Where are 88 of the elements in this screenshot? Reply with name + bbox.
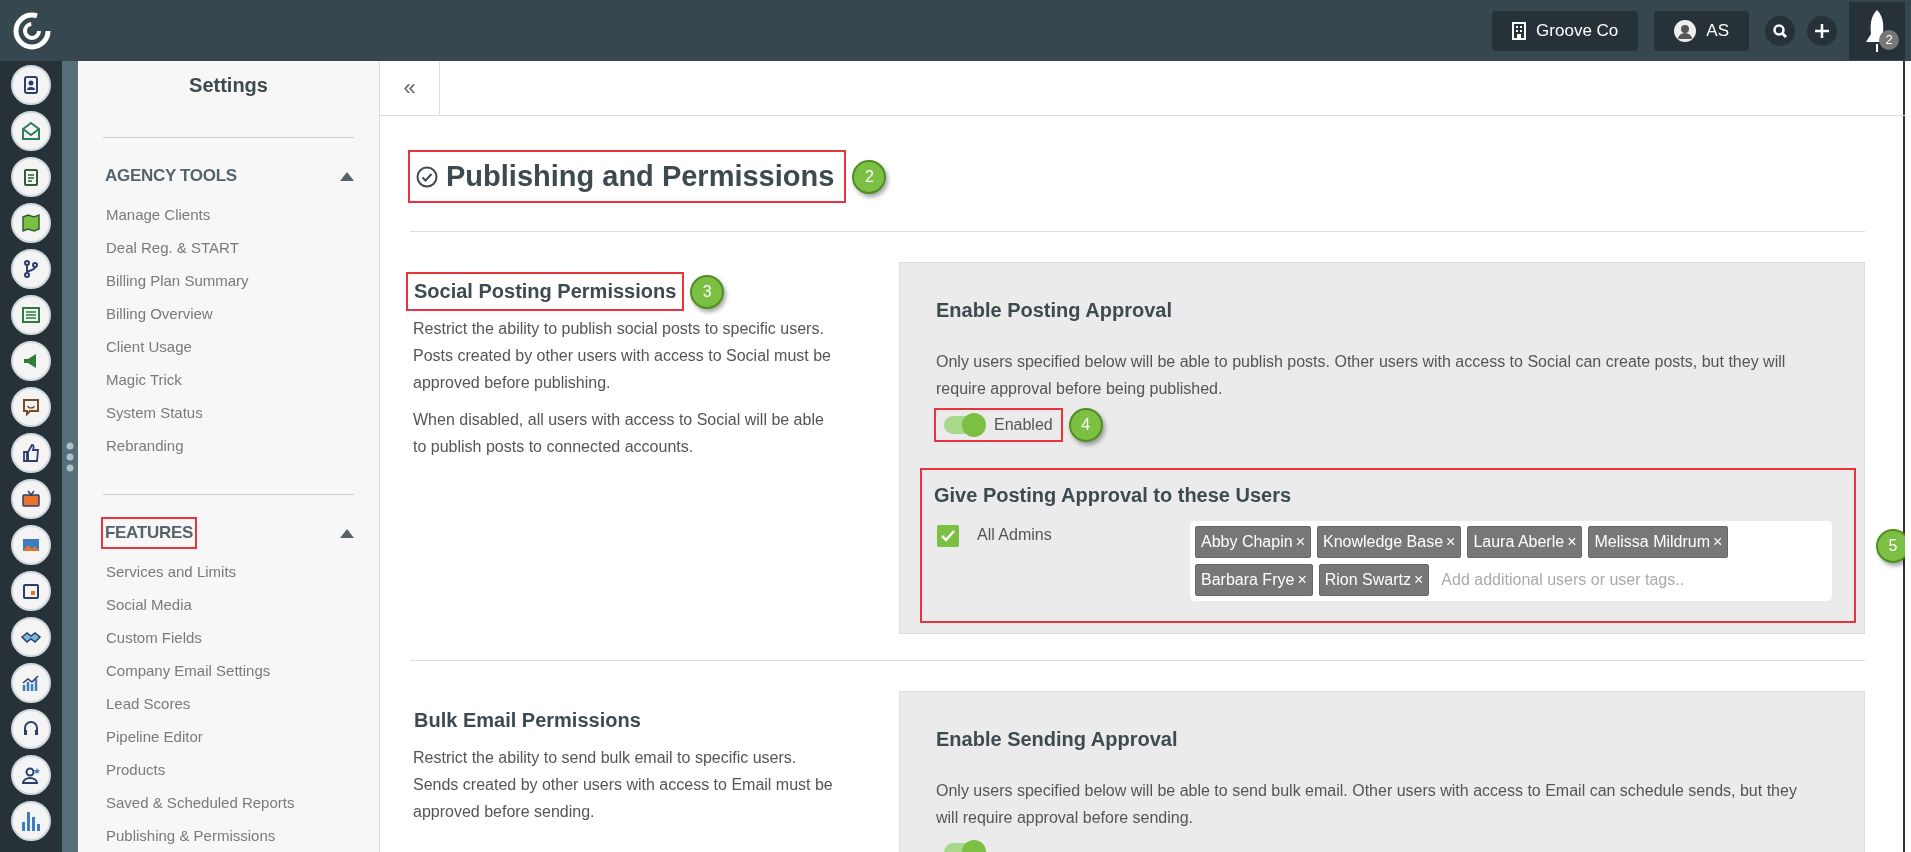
- user-menu-button[interactable]: AS: [1654, 10, 1749, 51]
- callout-number: 4: [1068, 408, 1103, 442]
- panel-description: Only users specified below will be able to publish posts. Other users with access to Social can create posts, but they will require approval before being published.: [936, 352, 1787, 399]
- notification-badge: 2: [1879, 29, 1899, 50]
- sidebar-link[interactable]: Social Media: [103, 588, 354, 621]
- sidebar-link[interactable]: Manage Clients: [103, 198, 354, 231]
- sidebar-link[interactable]: Magic Trick: [103, 363, 354, 396]
- company-button[interactable]: Groove Co: [1492, 10, 1639, 51]
- nav-button[interactable]: [11, 203, 51, 243]
- sidebar-link[interactable]: Client Usage: [103, 330, 354, 363]
- logo-icon[interactable]: [12, 10, 52, 51]
- remove-tag-button[interactable]: ×: [1564, 533, 1577, 550]
- toggle-label: Enabled: [994, 416, 1053, 434]
- approval-toggle[interactable]: Enabled: [936, 410, 1061, 440]
- sidebar-link[interactable]: Billing Overview: [103, 297, 354, 330]
- remove-tag-button[interactable]: ×: [1294, 571, 1307, 588]
- drag-handle-icon[interactable]: [66, 441, 74, 472]
- section-title: Bulk Email Permissions: [413, 708, 642, 733]
- avatar-icon: [1674, 19, 1697, 42]
- panel-title: Enable Sending Approval: [936, 728, 1179, 751]
- user-tag: Abby Chapin ×: [1195, 526, 1311, 558]
- map-icon: [19, 211, 43, 235]
- nav-button[interactable]: [11, 295, 51, 335]
- nav-button[interactable]: [11, 709, 51, 749]
- bar-chart-icon: [19, 809, 43, 833]
- nav-button[interactable]: [11, 479, 51, 519]
- callout-number: 2: [852, 159, 887, 194]
- nav-button[interactable]: [11, 111, 51, 151]
- section-description: When disabled, all users with access to Social will be able to publish posts to connected accounts.: [413, 410, 825, 457]
- nav-button[interactable]: [11, 571, 51, 611]
- callout-number: 5: [1876, 528, 1905, 563]
- page-title: Publishing and Permissions: [410, 152, 845, 201]
- section-description: Restrict the ability to publish social posts to specific users. Posts created by other users with access to Social must be approved before publishing.: [413, 319, 832, 393]
- section-title: Social Posting Permissions: [408, 274, 683, 309]
- user-tag: Melissa Mildrum ×: [1588, 526, 1729, 558]
- sidebar-link[interactable]: Lead Scores: [103, 687, 354, 720]
- nav-button[interactable]: [11, 65, 51, 105]
- remove-tag-button[interactable]: ×: [1443, 533, 1456, 550]
- sidebar-link[interactable]: Deal Reg. & START: [103, 231, 354, 264]
- mail-icon: [19, 119, 43, 143]
- nav-button[interactable]: [11, 755, 51, 795]
- check-circle-icon: [416, 165, 438, 188]
- nav-button[interactable]: [11, 157, 51, 197]
- plus-icon: [1814, 22, 1830, 39]
- nav-button[interactable]: [11, 387, 51, 427]
- nav-button[interactable]: [11, 617, 51, 657]
- sidebar-link[interactable]: Services and Limits: [103, 555, 354, 588]
- user-tag: Barbara Frye ×: [1195, 564, 1313, 596]
- remove-tag-button[interactable]: ×: [1410, 571, 1424, 588]
- sidebar-link[interactable]: Pipeline Editor: [103, 720, 354, 753]
- sidebar-link[interactable]: Billing Plan Summary: [103, 264, 354, 297]
- sidebar-link[interactable]: Saved & Scheduled Reports: [103, 786, 354, 819]
- add-button[interactable]: [1807, 15, 1837, 46]
- sidebar-link[interactable]: Publishing & Permissions: [103, 819, 354, 852]
- sidebar-link[interactable]: Custom Fields: [103, 621, 354, 654]
- nav-button[interactable]: [11, 341, 51, 381]
- section-heading: FEATURES: [103, 519, 195, 547]
- user-tag: Rion Swartz ×: [1318, 564, 1430, 596]
- panel-description: Only users specified below will be able to send bulk email. Other users with access to Email can schedule sends, but they will require approval before sending.: [936, 781, 1798, 828]
- callout-number: 3: [690, 274, 725, 309]
- nav-button[interactable]: [11, 249, 51, 289]
- nav-button[interactable]: [11, 663, 51, 703]
- sidebar-link[interactable]: Company Email Settings: [103, 654, 354, 687]
- user-tag: Laura Aberle ×: [1467, 526, 1583, 558]
- user-tag: Knowledge Base ×: [1316, 526, 1462, 558]
- sidebar-link[interactable]: Rebranding: [103, 429, 354, 462]
- notifications-button[interactable]: 2: [1849, 1, 1905, 60]
- remove-tag-button[interactable]: ×: [1710, 533, 1723, 550]
- remove-tag-button[interactable]: ×: [1292, 533, 1305, 550]
- sidebar-link[interactable]: System Status: [103, 396, 354, 429]
- search-button[interactable]: [1765, 15, 1795, 46]
- section-description: Restrict the ability to send bulk email to specific users. Sends created by other users with access to Email must be approved before sending.: [413, 748, 833, 822]
- nav-button[interactable]: [11, 433, 51, 473]
- checkbox-label: All Admins: [977, 526, 1053, 544]
- section-heading: AGENCY TOOLS: [104, 165, 238, 187]
- checkmark-icon: [940, 529, 956, 543]
- sidebar-link[interactable]: Products: [103, 753, 354, 786]
- all-admins-checkbox[interactable]: [937, 525, 959, 547]
- collapse-icon[interactable]: [340, 171, 354, 181]
- building-icon: [1512, 21, 1527, 40]
- search-icon: [1772, 22, 1788, 39]
- users-tag-field[interactable]: Abby Chapin × Knowledge Base × Laura Aberle × Melissa Mildrum × Barbara Frye × Rion Swartz × Add additional users or user tags..: [1190, 521, 1832, 601]
- nav-button[interactable]: [11, 525, 51, 565]
- nav-button[interactable]: [11, 801, 51, 841]
- sidebar-title: Settings: [188, 73, 269, 98]
- panel-title: Enable Posting Approval: [936, 299, 1173, 322]
- collapse-icon[interactable]: [340, 528, 354, 538]
- group-title: Give Posting Approval to these Users: [934, 484, 1293, 507]
